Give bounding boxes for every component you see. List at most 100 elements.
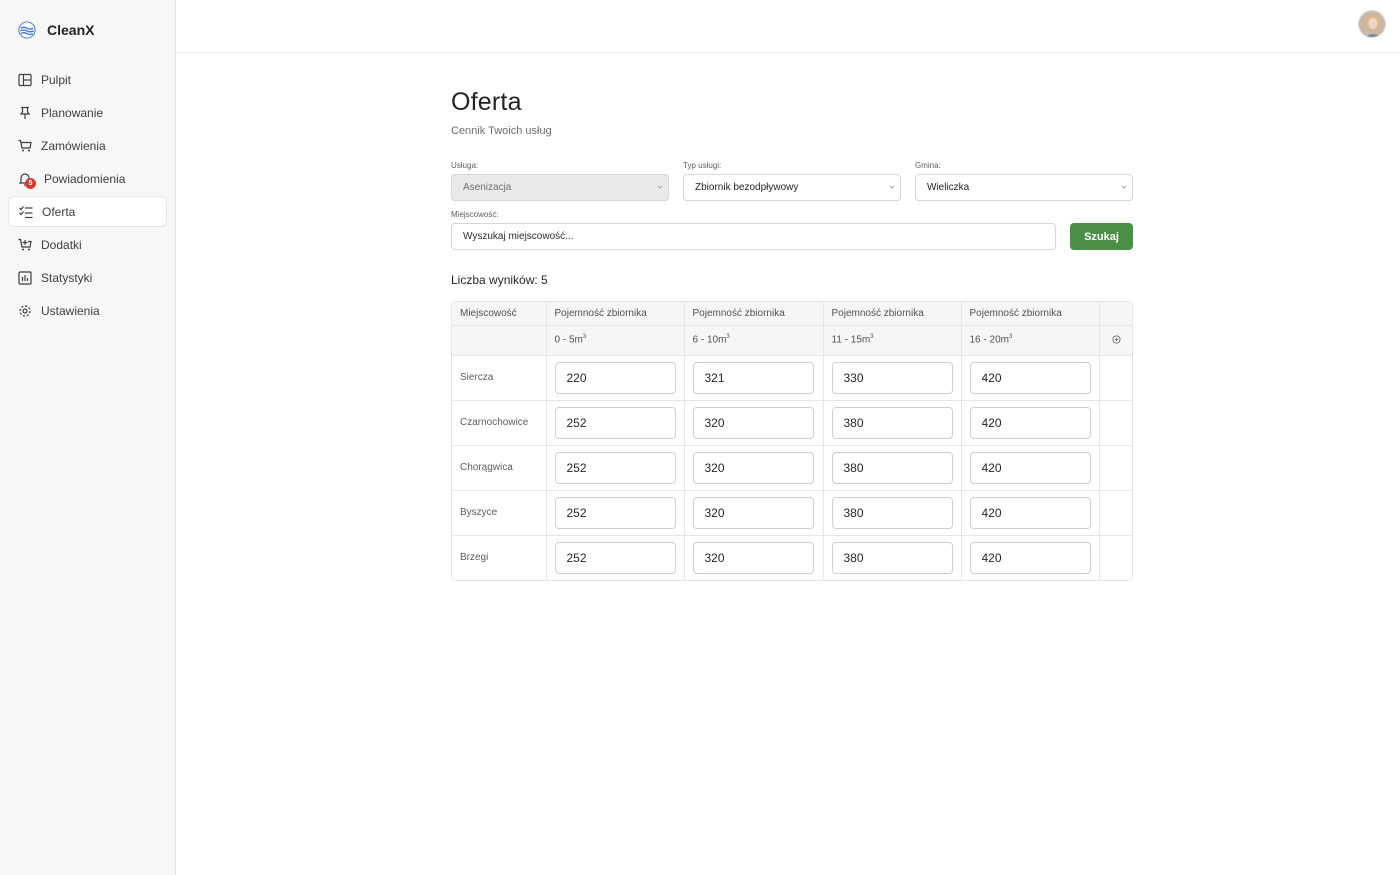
locality-column-header: Miejscowość <box>452 302 547 326</box>
capacity-range: 0 - 5m3 <box>546 325 685 356</box>
service-value: Asenizacja <box>463 182 512 193</box>
locality-cell: Brzegi <box>452 535 547 580</box>
price-input[interactable] <box>554 361 676 394</box>
price-input[interactable] <box>831 406 953 439</box>
price-input[interactable] <box>969 451 1091 484</box>
locality-cell: Byszyce <box>452 490 547 536</box>
price-input[interactable] <box>969 496 1091 529</box>
type-value: Zbiornik bezodpływowy <box>695 182 799 193</box>
checklist-icon <box>19 205 33 219</box>
type-field: Typ usługi: Zbiornik bezodpływowy <box>683 161 901 201</box>
price-cell <box>961 445 1100 491</box>
price-cell <box>823 445 962 491</box>
capacity-column-header: Pojemność zbiornika <box>684 302 824 326</box>
gear-icon <box>18 304 32 318</box>
price-cell <box>546 535 685 580</box>
capacity-range: 6 - 10m3 <box>684 325 824 356</box>
top-bar <box>176 0 1400 53</box>
empty-cell <box>1099 400 1132 446</box>
price-cell <box>684 355 824 401</box>
price-cell <box>961 535 1100 580</box>
locality-cell: Chorągwica <box>452 445 547 491</box>
locality-field: Miejscowość: <box>451 210 1056 250</box>
price-input[interactable] <box>831 361 953 394</box>
sidebar-item-ustawienia[interactable]: Ustawienia <box>8 295 167 326</box>
type-label: Typ usługi: <box>683 161 722 170</box>
empty-cell <box>1099 535 1132 580</box>
sidebar-item-powiadomienia[interactable]: 5 Powiadomienia <box>8 163 167 194</box>
price-cell <box>684 490 824 536</box>
cart-plus-icon <box>18 238 32 252</box>
service-label: Usługa: <box>451 161 479 170</box>
main-content: Oferta Cennik Twoich usług Usługa: Aseni… <box>451 88 1133 581</box>
price-input[interactable] <box>692 406 814 439</box>
price-input[interactable] <box>831 541 953 574</box>
price-input[interactable] <box>969 406 1091 439</box>
search-button[interactable]: Szukaj <box>1070 223 1133 250</box>
commune-select[interactable]: Wieliczka <box>915 174 1133 201</box>
empty-header <box>1099 302 1132 326</box>
sidebar-nav: Pulpit Planowanie Zamówienia 5 Powiadomi… <box>0 60 175 326</box>
empty-cell <box>1099 355 1132 401</box>
commune-label: Gmina: <box>915 161 941 170</box>
avatar[interactable] <box>1358 10 1386 38</box>
table-row: Chorągwica <box>452 445 1132 491</box>
cart-icon <box>18 139 32 153</box>
price-input[interactable] <box>554 541 676 574</box>
price-cell <box>546 490 685 536</box>
price-input[interactable] <box>554 451 676 484</box>
price-cell <box>961 400 1100 446</box>
price-input[interactable] <box>831 496 953 529</box>
sidebar-item-planowanie[interactable]: Planowanie <box>8 97 167 128</box>
sidebar-item-oferta[interactable]: Oferta <box>8 196 167 227</box>
search-row: Miejscowość: Szukaj <box>451 210 1133 250</box>
table-row: Siercza <box>452 355 1132 401</box>
capacity-column-header: Pojemność zbiornika <box>823 302 962 326</box>
chevron-down-icon <box>889 185 895 189</box>
plus-circle-icon <box>1112 335 1121 344</box>
price-cell <box>961 355 1100 401</box>
locality-search-input[interactable] <box>451 223 1056 250</box>
sidebar-item-zamowienia[interactable]: Zamówienia <box>8 130 167 161</box>
locality-label: Miejscowość: <box>451 210 499 219</box>
chart-icon <box>18 270 32 285</box>
price-cell <box>684 400 824 446</box>
cleanx-logo-icon <box>18 21 36 39</box>
sidebar: CleanX Pulpit Planowanie Zamówienia 5 Po… <box>0 0 176 875</box>
price-table: Miejscowość Pojemność zbiornika Pojemnoś… <box>451 301 1133 581</box>
table-header-row: Miejscowość Pojemność zbiornika Pojemnoś… <box>452 302 1132 326</box>
sidebar-item-label: Oferta <box>42 204 76 219</box>
service-select: Asenizacja <box>451 174 669 201</box>
sidebar-item-pulpit[interactable]: Pulpit <box>8 64 167 95</box>
table-row: Byszyce <box>452 490 1132 536</box>
price-input[interactable] <box>692 541 814 574</box>
sidebar-item-label: Pulpit <box>41 72 72 87</box>
type-select[interactable]: Zbiornik bezodpływowy <box>683 174 901 201</box>
sidebar-item-label: Ustawienia <box>41 303 100 318</box>
price-input[interactable] <box>969 541 1091 574</box>
commune-value: Wieliczka <box>927 182 970 193</box>
sidebar-item-dodatki[interactable]: Dodatki <box>8 229 167 260</box>
capacity-range: 16 - 20m3 <box>961 325 1100 356</box>
price-input[interactable] <box>831 451 953 484</box>
capacity-range: 11 - 15m3 <box>823 325 962 356</box>
price-cell <box>546 445 685 491</box>
price-input[interactable] <box>554 496 676 529</box>
price-input[interactable] <box>692 496 814 529</box>
price-input[interactable] <box>554 406 676 439</box>
price-input[interactable] <box>692 451 814 484</box>
price-input[interactable] <box>969 361 1091 394</box>
service-field: Usługa: Asenizacja <box>451 161 669 201</box>
price-input[interactable] <box>692 361 814 394</box>
sidebar-item-statystyki[interactable]: Statystyki <box>8 262 167 293</box>
sidebar-item-label: Dodatki <box>41 237 82 252</box>
sidebar-item-label: Powiadomienia <box>44 171 126 186</box>
capacity-column-header: Pojemność zbiornika <box>961 302 1100 326</box>
brand[interactable]: CleanX <box>0 0 175 60</box>
add-column-button[interactable] <box>1099 325 1132 356</box>
chevron-down-icon <box>657 185 663 189</box>
price-cell <box>546 355 685 401</box>
brand-name: CleanX <box>47 22 95 38</box>
user-avatar-icon <box>1359 11 1385 37</box>
price-cell <box>823 535 962 580</box>
